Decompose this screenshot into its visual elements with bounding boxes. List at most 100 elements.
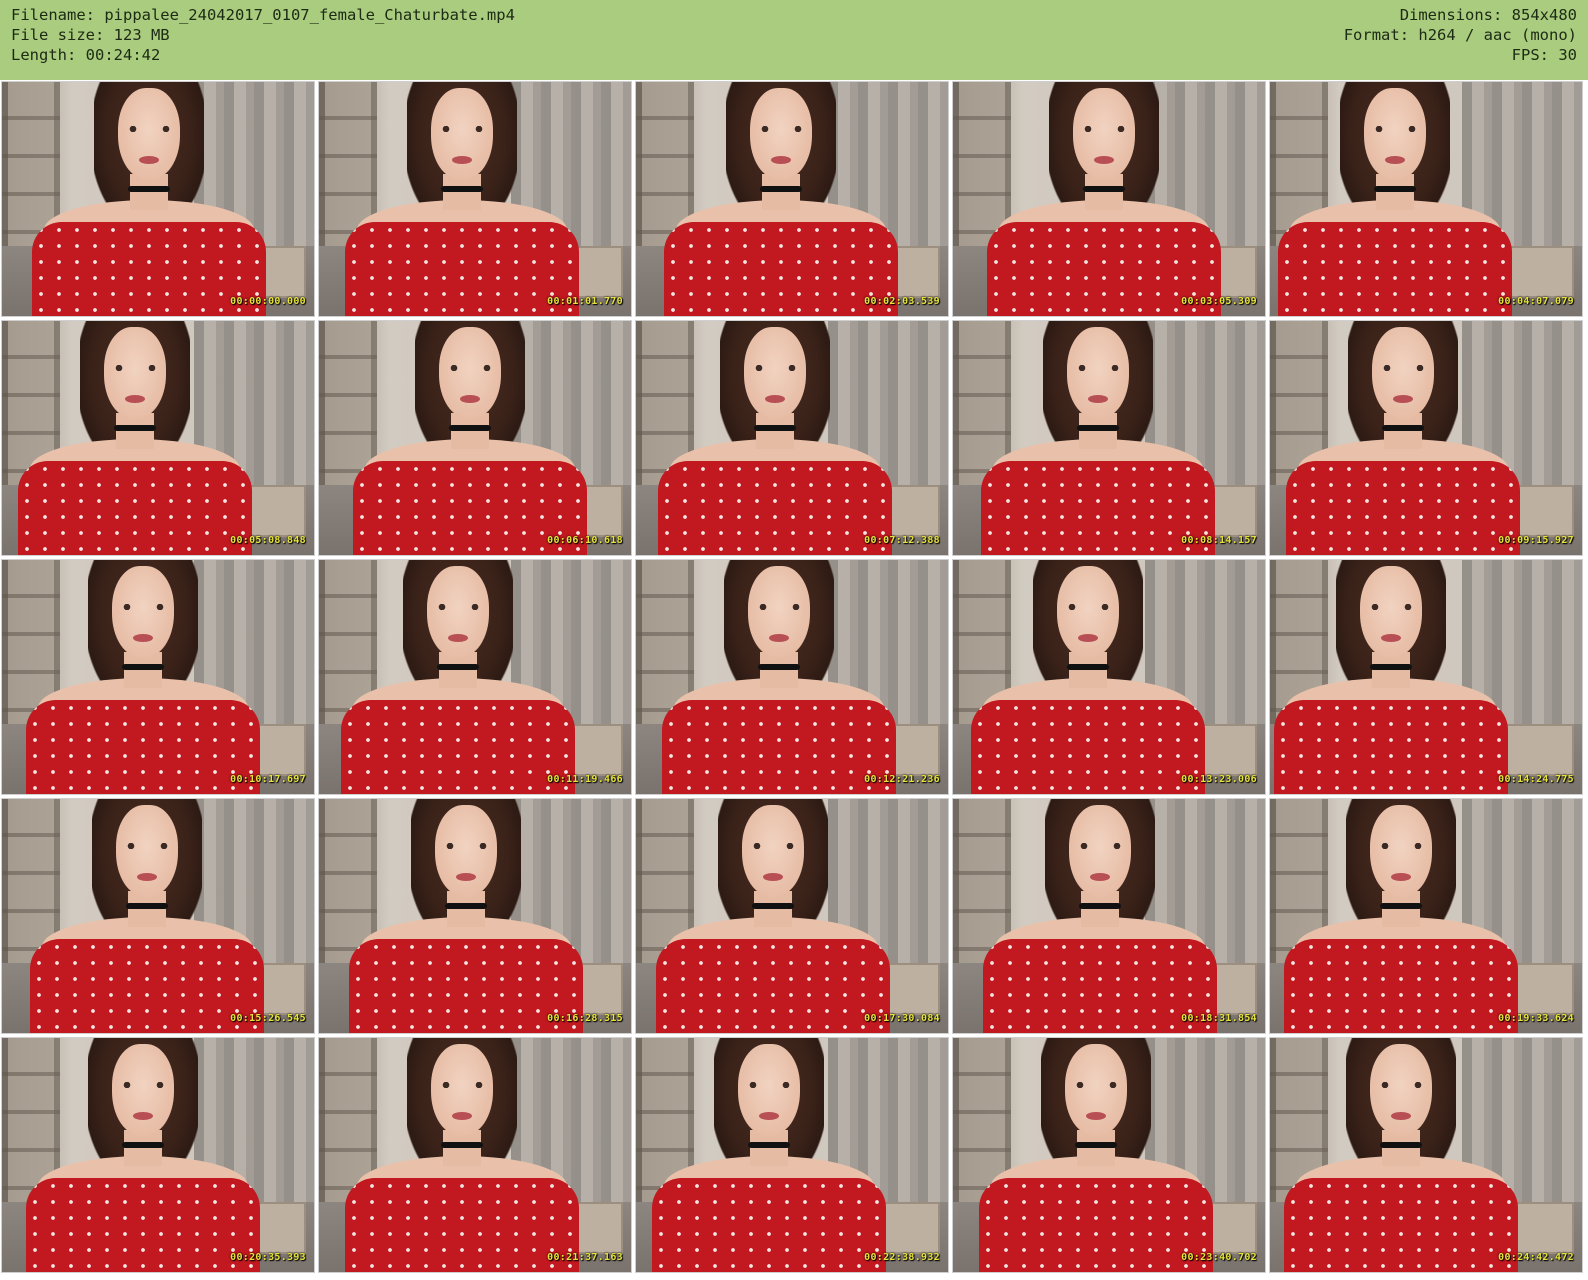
video-thumbnail[interactable]: 00:03:05.309: [952, 81, 1266, 317]
video-thumbnail[interactable]: 00:00:00.000: [1, 81, 315, 317]
thumbnail-dress: [971, 700, 1205, 794]
thumbnail-dress: [1284, 1178, 1518, 1272]
thumbnail-lips: [763, 873, 783, 881]
thumbnail-face: [116, 805, 178, 897]
thumbnail-lips: [448, 634, 468, 642]
thumbnail-dress: [341, 700, 575, 794]
thumbnail-timestamp: 00:09:15.927: [1498, 535, 1574, 546]
thumbnail-eyes: [1083, 126, 1127, 132]
thumbnail-eyes: [441, 126, 485, 132]
thumbnail-lips: [1090, 873, 1110, 881]
thumbnail-dress: [1274, 700, 1508, 794]
thumbnail-eyes: [114, 365, 158, 371]
thumbnail-timestamp: 00:19:33.624: [1498, 1013, 1574, 1024]
thumbnail-timestamp: 00:13:23.006: [1181, 774, 1257, 785]
thumbnail-face: [1360, 566, 1422, 658]
thumbnail-eyes: [754, 365, 798, 371]
thumbnail-eyes: [1370, 604, 1414, 610]
thumbnail-dress: [658, 461, 892, 555]
info-left-column: Filename: pippalee_24042017_0107_female_…: [11, 5, 515, 65]
thumbnail-lips: [456, 873, 476, 881]
thumbnail-face: [439, 327, 501, 419]
thumbnail-choker: [1382, 425, 1424, 431]
thumbnail-dress: [26, 1178, 260, 1272]
thumbnail-choker: [760, 186, 802, 192]
thumbnail-eyes: [441, 1082, 485, 1088]
thumbnail-eyes: [437, 604, 481, 610]
thumbnail-choker: [1380, 1142, 1422, 1148]
thumbnail-grid: 00:00:00.000 00:01:01.770 00:02:03.539 00:0…: [1, 81, 1583, 1273]
video-thumbnail[interactable]: 00:21:37.163: [318, 1037, 632, 1273]
thumbnail-dress: [18, 461, 252, 555]
thumbnail-eyes: [1077, 365, 1121, 371]
thumbnail-eyes: [445, 843, 489, 849]
thumbnail-lips: [771, 156, 791, 164]
thumbnail-eyes: [449, 365, 493, 371]
video-thumbnail[interactable]: 00:13:23.006: [952, 559, 1266, 795]
thumbnail-choker: [1075, 1142, 1117, 1148]
thumbnail-face: [748, 566, 810, 658]
thumbnail-timestamp: 00:08:14.157: [1181, 535, 1257, 546]
thumbnail-timestamp: 00:23:40.702: [1181, 1252, 1257, 1263]
thumbnail-dress: [30, 939, 264, 1033]
thumbnail-timestamp: 00:22:38.932: [864, 1252, 940, 1263]
thumbnail-timestamp: 00:16:28.315: [547, 1013, 623, 1024]
thumbnail-choker: [1077, 425, 1119, 431]
fps-text: FPS: 30: [1511, 46, 1577, 64]
thumbnail-lips: [137, 873, 157, 881]
video-thumbnail[interactable]: 00:22:38.932: [635, 1037, 949, 1273]
video-thumbnail[interactable]: 00:06:10.618: [318, 320, 632, 556]
thumbnail-eyes: [1382, 365, 1426, 371]
thumbnail-timestamp: 00:11:19.466: [547, 774, 623, 785]
thumbnail-eyes: [748, 1082, 792, 1088]
thumbnail-lips: [460, 395, 480, 403]
video-thumbnail[interactable]: 00:24:42.472: [1269, 1037, 1583, 1273]
video-thumbnail[interactable]: 00:19:33.624: [1269, 798, 1583, 1034]
video-thumbnail[interactable]: 00:23:40.702: [952, 1037, 1266, 1273]
video-thumbnail[interactable]: 00:12:21.236: [635, 559, 949, 795]
video-thumbnail[interactable]: 00:15:26.545: [1, 798, 315, 1034]
thumbnail-eyes: [1380, 843, 1424, 849]
thumbnail-eyes: [122, 1082, 166, 1088]
thumbnail-face: [744, 327, 806, 419]
thumbnail-timestamp: 00:07:12.388: [864, 535, 940, 546]
thumbnail-face: [750, 88, 812, 180]
thumbnail-choker: [114, 425, 156, 431]
thumbnail-lips: [133, 634, 153, 642]
dimensions-text: Dimensions: 854x480: [1399, 6, 1577, 24]
thumbnail-face: [1065, 1044, 1127, 1136]
video-thumbnail[interactable]: 00:20:35.393: [1, 1037, 315, 1273]
video-thumbnail[interactable]: 00:10:17.697: [1, 559, 315, 795]
video-thumbnail[interactable]: 00:18:31.854: [952, 798, 1266, 1034]
video-thumbnail[interactable]: 00:11:19.466: [318, 559, 632, 795]
thumbnail-lips: [139, 156, 159, 164]
video-thumbnail[interactable]: 00:05:08.848: [1, 320, 315, 556]
video-thumbnail[interactable]: 00:01:01.770: [318, 81, 632, 317]
thumbnail-face: [431, 1044, 493, 1136]
thumbnail-dress: [345, 222, 579, 316]
video-thumbnail[interactable]: 00:07:12.388: [635, 320, 949, 556]
thumbnail-face: [435, 805, 497, 897]
video-thumbnail[interactable]: 00:16:28.315: [318, 798, 632, 1034]
video-info-header: Filename: pippalee_24042017_0107_female_…: [0, 0, 1588, 80]
thumbnail-choker: [752, 903, 794, 909]
video-thumbnail[interactable]: 00:17:30.084: [635, 798, 949, 1034]
thumbnail-lips: [125, 395, 145, 403]
video-thumbnail[interactable]: 00:08:14.157: [952, 320, 1266, 556]
video-thumbnail[interactable]: 00:14:24.775: [1269, 559, 1583, 795]
thumbnail-lips: [1088, 395, 1108, 403]
video-thumbnail[interactable]: 00:04:07.079: [1269, 81, 1583, 317]
video-thumbnail[interactable]: 00:09:15.927: [1269, 320, 1583, 556]
format-text: Format: h264 / aac (mono): [1343, 26, 1577, 44]
thumbnail-face: [431, 88, 493, 180]
thumbnail-choker: [1370, 664, 1412, 670]
thumbnail-eyes: [128, 126, 172, 132]
thumbnail-choker: [1083, 186, 1125, 192]
thumbnail-dress: [662, 700, 896, 794]
video-thumbnail[interactable]: 00:02:03.539: [635, 81, 949, 317]
thumbnail-face: [1069, 805, 1131, 897]
thumbnail-choker: [758, 664, 800, 670]
thumbnail-lips: [759, 1112, 779, 1120]
thumbnail-timestamp: 00:06:10.618: [547, 535, 623, 546]
thumbnail-timestamp: 00:24:42.472: [1498, 1252, 1574, 1263]
